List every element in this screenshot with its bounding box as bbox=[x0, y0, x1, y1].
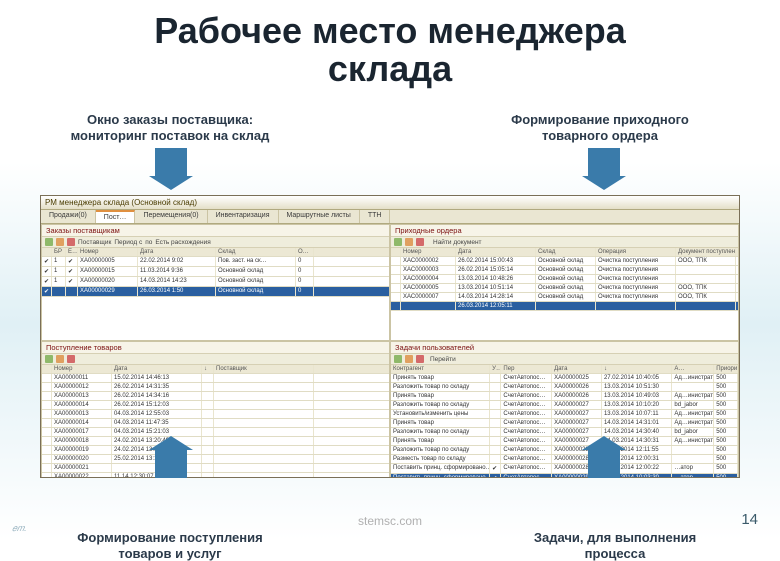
table-row[interactable]: ХАС000000326.02.2014 15:05:14Основной ск… bbox=[391, 266, 738, 275]
table-row[interactable]: 26.03.2014 12:05:11 bbox=[391, 302, 738, 311]
table-row[interactable]: ХА0000001115.02.2014 14:46:13 bbox=[42, 374, 389, 383]
tab[interactable]: Продажи(0) bbox=[41, 210, 96, 223]
table-row[interactable]: Разложить товар по складуСчетАвтопос…ХА0… bbox=[391, 446, 738, 455]
panel-toolbar bbox=[42, 354, 389, 365]
panel-toolbar: ПоставщикПериод споЕсть расхождения bbox=[42, 237, 389, 248]
panel-title: Приходные ордера bbox=[391, 225, 738, 237]
table-row[interactable]: Принять товарСчетАвтопос…ХА0000002527.02… bbox=[391, 374, 738, 383]
table-row[interactable]: ХА0000001226.02.2014 14:31:35 bbox=[42, 383, 389, 392]
toolbar-label: по bbox=[145, 239, 152, 246]
table-row[interactable]: ✔1✔ХА0000002014.03.2014 14:23Основной ск… bbox=[42, 277, 389, 287]
panel-title: Задачи пользователей bbox=[391, 342, 738, 354]
table-row[interactable]: Установить/изменить ценыСчетАвтопос…ХА00… bbox=[391, 410, 738, 419]
table-row[interactable]: Принять товарСчетАвтопос…ХА0000002613.03… bbox=[391, 392, 738, 401]
grid-header: НомерДатаСкладОперацияДокумент поступлен… bbox=[391, 248, 738, 257]
label-top-left: Окно заказы поставщика:мониторинг постав… bbox=[70, 112, 270, 145]
toolbar-icon[interactable] bbox=[56, 355, 64, 363]
table-row[interactable]: ХА0000002025.02.2014 13:15:51 bbox=[42, 455, 389, 464]
panel-title: Заказы поставщикам bbox=[42, 225, 389, 237]
app-screenshot: РМ менеджера склада (Основной склад) Про… bbox=[40, 195, 740, 478]
table-row[interactable]: Разложить товар по складуСчетАвтопос…ХА0… bbox=[391, 383, 738, 392]
table-row[interactable]: Разложить товар по складуСчетАвтопос…ХА0… bbox=[391, 401, 738, 410]
table-row[interactable]: Поставить принц. сформировано - 1 Шт✔Сче… bbox=[391, 474, 738, 478]
grid-header: НомерДата↓Поставщик bbox=[42, 365, 389, 374]
tab[interactable]: Инвентаризация bbox=[208, 210, 279, 223]
table-row[interactable]: ХАС000000513.03.2014 10:51:14Основной ск… bbox=[391, 284, 738, 293]
arrow-down-icon bbox=[155, 148, 187, 176]
table-row[interactable]: Принять товарСчетАвтопос…ХА0000002714.03… bbox=[391, 437, 738, 446]
table-row[interactable]: ХА0000001924.02.2014 13:16:57 bbox=[42, 446, 389, 455]
table-row[interactable]: ХА0000001426.02.2014 15:12:03 bbox=[42, 401, 389, 410]
arrow-down-icon bbox=[588, 148, 620, 176]
table-row[interactable]: ХАС000000714.03.2014 14:28:14Основной ск… bbox=[391, 293, 738, 302]
tab[interactable]: Перемещения(0) bbox=[135, 210, 207, 223]
table-row[interactable]: ХА0000001824.02.2014 13:20:49 bbox=[42, 437, 389, 446]
label-bottom-right: Задачи, для выполненияпроцесса bbox=[510, 530, 720, 561]
table-row[interactable]: ХА0000001704.03.2014 15:21:03 bbox=[42, 428, 389, 437]
table-row[interactable]: Разместь товар по складуСчетАвтопос…ХА00… bbox=[391, 455, 738, 464]
grid-body: ХАС000000226.02.2014 15:00:43Основной ск… bbox=[391, 257, 738, 340]
title-line-1: Рабочее место менеджера bbox=[154, 10, 626, 51]
title-line-2: склада bbox=[328, 48, 452, 89]
grid-body: Принять товарСчетАвтопос…ХА0000002527.02… bbox=[391, 374, 738, 478]
label-top-right: Формирование приходноготоварного ордера bbox=[500, 112, 700, 145]
grid-header: КонтрагентУ…ПерДата↓А…Приоритет bbox=[391, 365, 738, 374]
tab[interactable]: Маршрутные листы bbox=[279, 210, 360, 223]
table-row[interactable]: ХА0000001404.03.2014 11:47:35 bbox=[42, 419, 389, 428]
window-title: РМ менеджера склада (Основной склад) bbox=[41, 196, 739, 210]
toolbar-label: Поставщик bbox=[78, 239, 111, 246]
toolbar-icon[interactable] bbox=[67, 355, 75, 363]
page-number: 14 bbox=[741, 511, 758, 528]
label-bottom-left: Формирование поступлениятоваров и услуг bbox=[70, 530, 270, 561]
panel-title: Поступление товаров bbox=[42, 342, 389, 354]
panel-receipts: Приходные ордера Найти документ НомерДатаС… bbox=[390, 224, 739, 341]
table-row[interactable]: ✔1✔ХА0000000522.02.2014 9:02Пов. заст. н… bbox=[42, 257, 389, 267]
table-row[interactable]: Поставить принц. сформировано…✔СчетАвтоп… bbox=[391, 464, 738, 474]
arrow-up-icon bbox=[588, 450, 620, 478]
tab[interactable]: ТТН bbox=[360, 210, 391, 223]
toolbar-icon[interactable] bbox=[67, 238, 75, 246]
toolbar-icon[interactable] bbox=[394, 355, 402, 363]
panel-tasks: Задачи пользователей Перейти КонтрагентУ…П… bbox=[390, 341, 739, 478]
table-row[interactable]: ✔ХА0000002926.03.2014 1:50Основной склад… bbox=[42, 287, 389, 297]
panel-incoming-goods: Поступление товаровНомерДата↓ПоставщикХА… bbox=[41, 341, 390, 478]
toolbar-icon[interactable] bbox=[416, 355, 424, 363]
panel-toolbar: Найти документ bbox=[391, 237, 738, 248]
table-row[interactable]: ХА0000001326.02.2014 14:34:16 bbox=[42, 392, 389, 401]
panel-orders: Заказы поставщикамПоставщикПериод споЕст… bbox=[41, 224, 390, 341]
footer-link: stemsc.com bbox=[358, 514, 422, 528]
toolbar-icon[interactable] bbox=[416, 238, 424, 246]
toolbar-label: Найти документ bbox=[433, 239, 482, 246]
grid-body: ХА0000001115.02.2014 14:46:13ХА000000122… bbox=[42, 374, 389, 478]
toolbar-icon[interactable] bbox=[405, 238, 413, 246]
main-tabs: Продажи(0)Пост…Перемещения(0)Инвентариза… bbox=[41, 210, 739, 224]
table-row[interactable]: ХАС000000413.03.2014 10:48:26Основной ск… bbox=[391, 275, 738, 284]
table-row[interactable]: ✔1✔ХА0000001511.03.2014 9:36Основной скл… bbox=[42, 267, 389, 277]
logo: 𝑒𝑚. bbox=[12, 523, 27, 534]
table-row[interactable]: Разложить товар по складуСчетАвтопос…ХА0… bbox=[391, 428, 738, 437]
toolbar-icon[interactable] bbox=[56, 238, 64, 246]
panel-toolbar: Перейти bbox=[391, 354, 738, 365]
table-row[interactable]: ХА0000002211.14 12:30:07 bbox=[42, 473, 389, 478]
table-row[interactable]: Принять товарСчетАвтопос…ХА0000002714.03… bbox=[391, 419, 738, 428]
toolbar-icon[interactable] bbox=[405, 355, 413, 363]
toolbar-label: Период с bbox=[114, 239, 142, 246]
arrow-up-icon bbox=[155, 450, 187, 478]
toolbar-icon[interactable] bbox=[45, 238, 53, 246]
table-row[interactable]: ХА0000001304.03.2014 12:55:03 bbox=[42, 410, 389, 419]
toolbar-label: Перейти bbox=[430, 356, 456, 363]
table-row[interactable]: ХАС000000226.02.2014 15:00:43Основной ск… bbox=[391, 257, 738, 266]
grid-header: БРЕ…НомерДатаСкладО… bbox=[42, 248, 389, 257]
toolbar-label: Есть расхождения bbox=[155, 239, 210, 246]
grid-body: ✔1✔ХА0000000522.02.2014 9:02Пов. заст. н… bbox=[42, 257, 389, 340]
toolbar-icon[interactable] bbox=[394, 238, 402, 246]
table-row[interactable]: ХА00000021 bbox=[42, 464, 389, 473]
tab[interactable]: Пост… bbox=[96, 210, 136, 223]
toolbar-icon[interactable] bbox=[45, 355, 53, 363]
